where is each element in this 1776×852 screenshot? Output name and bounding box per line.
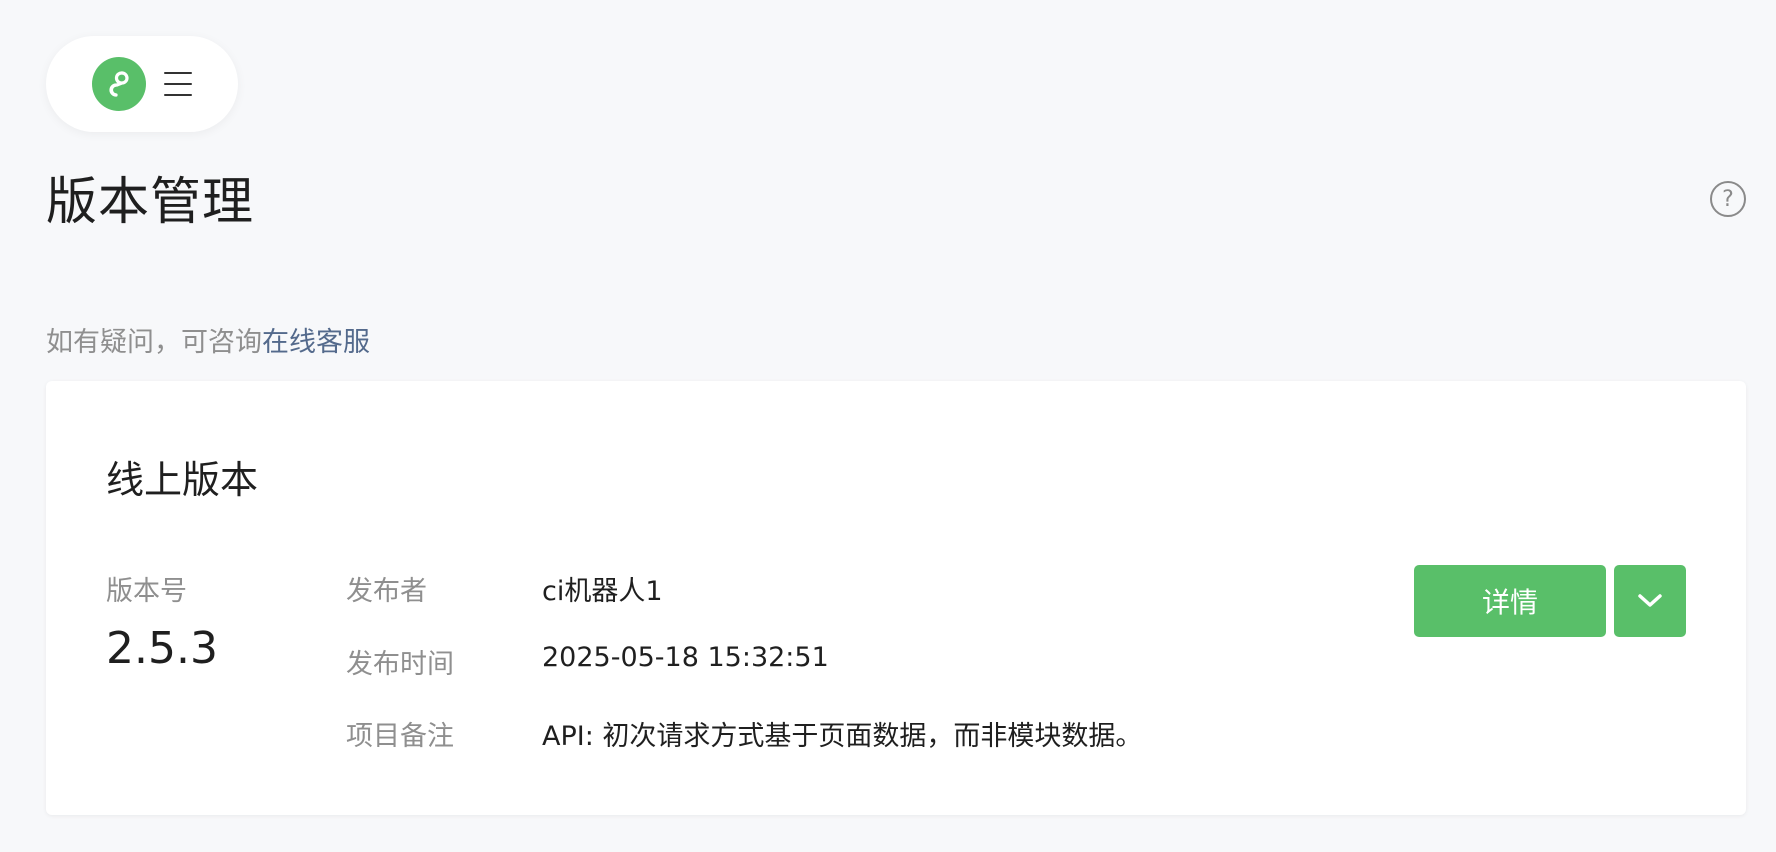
project-note-value: API: 初次请求方式基于页面数据，而非模块数据。 [542,721,1143,752]
page-title: 版本管理 [46,173,255,232]
publisher-label: 发布者 [346,576,427,607]
help-icon-glyph: ? [1722,186,1734,212]
section-title: 线上版本 [106,458,259,502]
version-label: 版本号 [106,576,187,607]
link-icon [92,57,146,111]
publish-time-value: 2025-05-18 15:32:51 [542,642,829,673]
online-support-link[interactable]: 在线客服 [262,327,370,358]
notice-text: 如有疑问，可咨询 [46,327,262,358]
chevron-down-icon [1638,594,1662,607]
detail-button[interactable]: 详情 [1414,565,1606,637]
publisher-value: ci机器人1 [542,576,663,607]
help-notice: 如有疑问，可咨询在线客服 [46,320,370,359]
app-header-capsule [46,36,238,132]
hamburger-menu-icon[interactable] [164,72,192,96]
version-number: 2.5.3 [106,623,218,674]
online-version-card: 线上版本 版本号 2.5.3 发布者 ci机器人1 发布时间 2025-05-1… [46,381,1746,815]
project-note-label: 项目备注 [346,721,454,752]
help-icon[interactable]: ? [1710,181,1746,217]
publish-time-label: 发布时间 [346,649,454,680]
more-actions-button[interactable] [1614,565,1686,637]
